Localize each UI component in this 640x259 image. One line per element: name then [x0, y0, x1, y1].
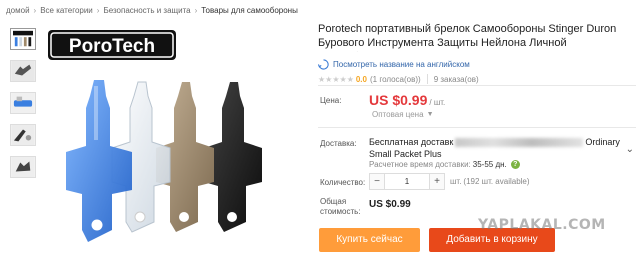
- product-photo-thumb-icon: [11, 125, 35, 145]
- quantity-plus-button[interactable]: +: [429, 173, 445, 190]
- delivery-text-end: Ordinary: [585, 137, 620, 147]
- thumbnail-2[interactable]: [10, 60, 36, 82]
- breadcrumb-separator: ›: [33, 5, 37, 15]
- translate-link[interactable]: Посмотреть название на английском: [333, 60, 470, 69]
- svg-text:PoroTech: PoroTech: [69, 36, 155, 57]
- rating-value: 0.0: [355, 74, 367, 84]
- product-photo-thumb-icon: [11, 61, 35, 81]
- quantity-label: Количество:: [320, 178, 366, 187]
- chevron-down-icon[interactable]: ⌄: [626, 144, 634, 156]
- total-value: US $0.99: [369, 199, 411, 210]
- price-unit: / шт.: [429, 98, 446, 107]
- breadcrumb-home[interactable]: домой: [6, 6, 30, 15]
- translate-icon: [318, 58, 329, 70]
- product-title: Porotech портативный брелок Самообороны …: [318, 23, 617, 52]
- product-info: Porotech портативный брелок Самообороны …: [318, 22, 636, 85]
- delivery-time-value: 35-55 дн.: [472, 160, 507, 169]
- quantity-minus-button[interactable]: −: [369, 173, 385, 190]
- quantity-available: (192 шт. available): [463, 177, 530, 186]
- delivery-time: Расчетное время доставки: 35-55 дн. ?: [369, 160, 520, 169]
- price-label: Цена:: [320, 96, 342, 105]
- quantity-stepper: − 1 + шт. (192 шт. available): [369, 173, 530, 190]
- rating-row: ★★★★★ 0.0 (1 голоса(ов)) 9 заказа(ов): [318, 73, 636, 85]
- translate-link-row[interactable]: Посмотреть название на английском: [318, 58, 636, 70]
- breadcrumb-security[interactable]: Безопасность и защита: [103, 6, 190, 15]
- breadcrumb-all-categories[interactable]: Все категории: [40, 6, 93, 15]
- total-label: Общая стоимость:: [320, 197, 361, 216]
- divider: [318, 85, 636, 86]
- product-brand-thumb-icon: [13, 30, 33, 47]
- wholesale-price-toggle[interactable]: Оптовая цена ▼: [372, 110, 434, 119]
- divider: [318, 127, 636, 128]
- help-icon[interactable]: ?: [510, 160, 520, 169]
- thumbnail-5[interactable]: [10, 156, 36, 178]
- wholesale-label: Оптовая цена: [372, 110, 424, 119]
- breadcrumb-separator: ›: [194, 5, 198, 15]
- product-illustration: PoroTech: [48, 30, 262, 242]
- quantity-input[interactable]: 1: [385, 173, 429, 190]
- thumbnail-3[interactable]: [10, 92, 36, 114]
- price-value: US $0.99: [369, 92, 428, 108]
- divider: [426, 74, 428, 84]
- breadcrumb-self-defense[interactable]: Товары для самообороны: [201, 6, 298, 15]
- thumbnail-strip: [10, 28, 38, 188]
- delivery-text-start: Бесплатная доставк: [369, 137, 454, 147]
- thumbnail-1[interactable]: [10, 28, 36, 50]
- price: US $0.99/ шт.: [369, 92, 445, 108]
- quantity-unit: шт.: [450, 177, 462, 186]
- chevron-down-icon: ▼: [426, 111, 434, 118]
- watermark: YAPLAKAL.COM: [478, 217, 606, 233]
- delivery-label: Доставка:: [320, 139, 357, 148]
- product-photo-thumb-icon: [11, 157, 35, 177]
- breadcrumb: домой › Все категории › Безопасность и з…: [6, 4, 298, 16]
- votes-count[interactable]: (1 голоса(ов)): [370, 75, 421, 84]
- product-photo-thumb-icon: [11, 93, 35, 113]
- buy-now-button[interactable]: Купить сейчас: [319, 228, 420, 252]
- delivery-method: Small Packet Plus: [369, 149, 442, 159]
- rating-stars-icon: ★★★★★: [318, 74, 354, 84]
- blurred-region: [455, 138, 584, 148]
- thumbnail-4[interactable]: [10, 124, 36, 146]
- main-product-image[interactable]: PoroTech: [44, 24, 306, 254]
- breadcrumb-separator: ›: [96, 5, 100, 15]
- brand-logo: PoroTech: [48, 30, 176, 60]
- orders-count: 9 заказа(ов): [433, 74, 479, 84]
- delivery-time-label: Расчетное время доставки:: [369, 160, 471, 169]
- delivery-selector[interactable]: Бесплатная доставк Ordinary Small Packet …: [369, 136, 636, 160]
